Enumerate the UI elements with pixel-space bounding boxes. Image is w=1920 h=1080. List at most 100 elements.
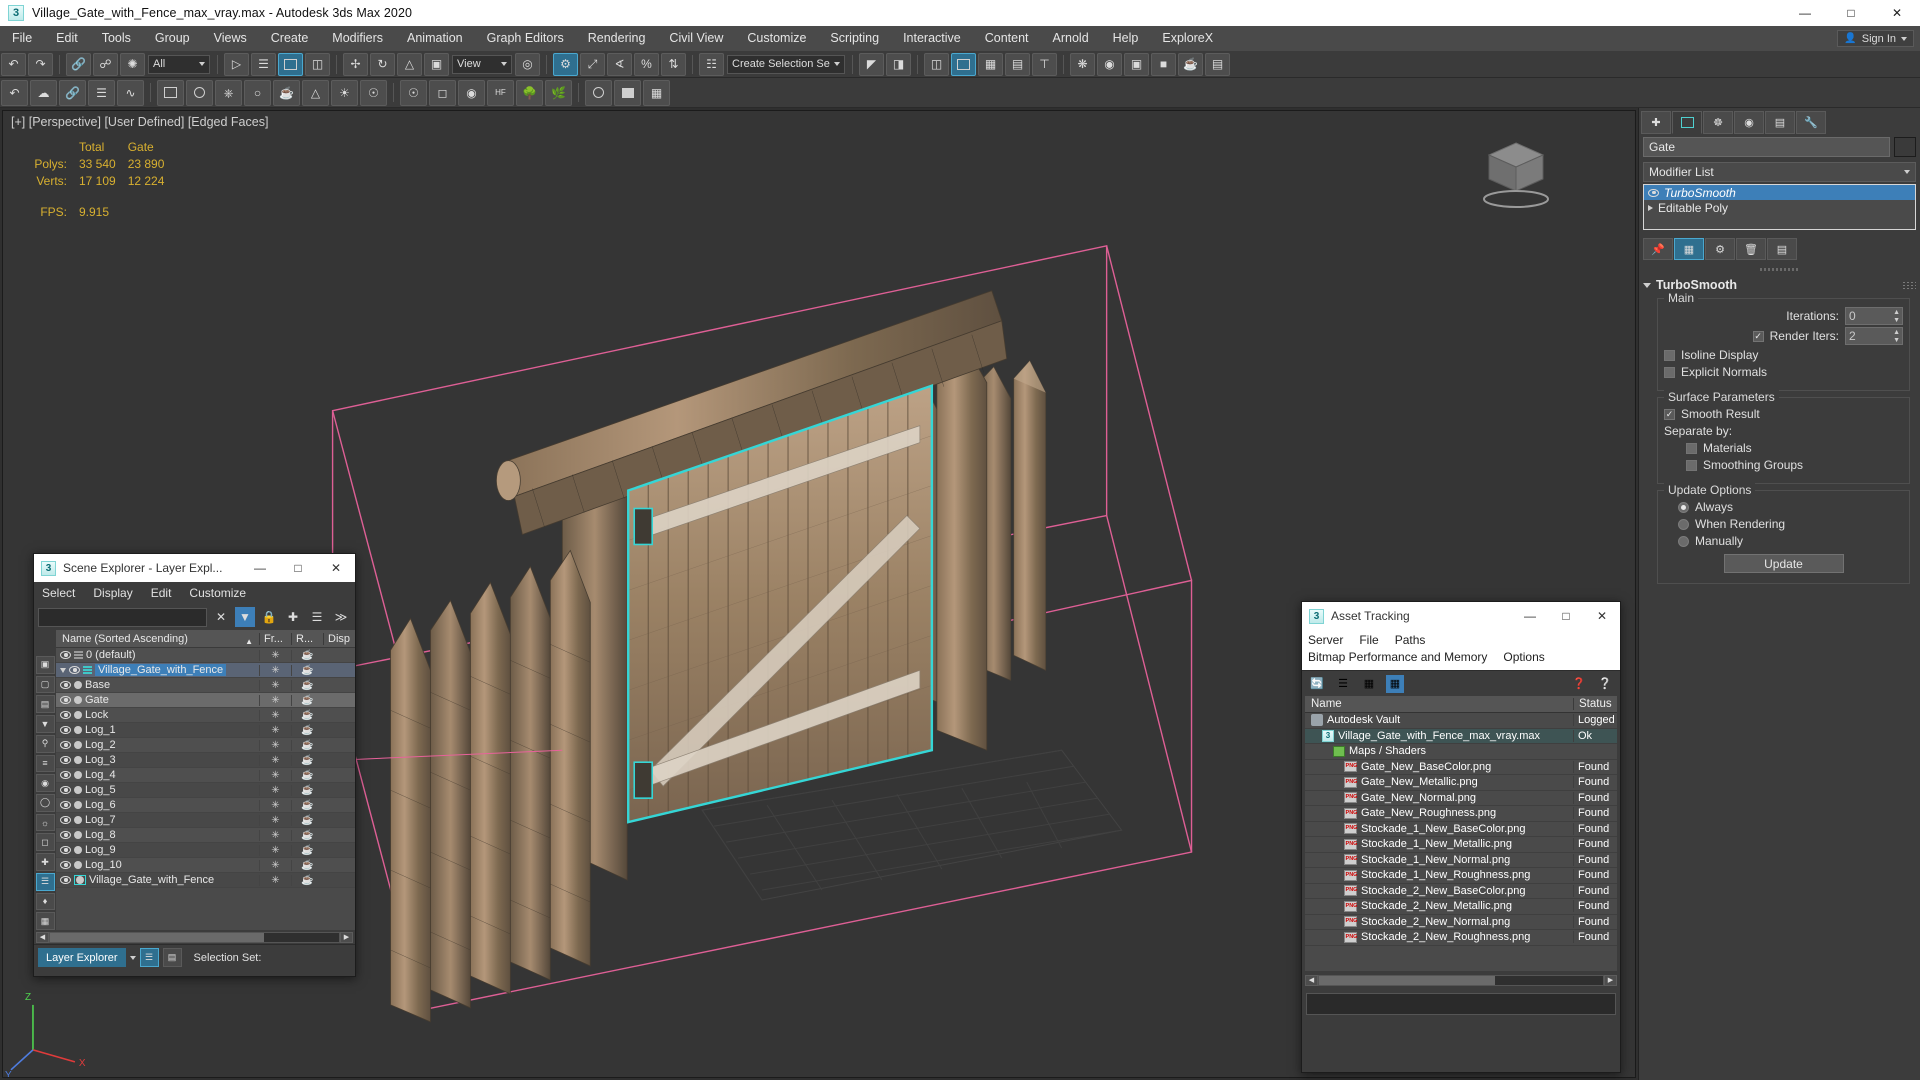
- frozen-cell[interactable]: ✳: [259, 814, 291, 826]
- chevron-down-icon[interactable]: [129, 955, 136, 960]
- asset-tracking-title-bar[interactable]: 3 Asset Tracking — □ ✕: [1302, 602, 1620, 630]
- menu-edit[interactable]: Edit: [44, 26, 90, 51]
- when-rendering-radio[interactable]: [1678, 518, 1689, 530]
- layer-stack-toggle-icon[interactable]: ▤: [162, 948, 182, 967]
- scene-explorer-title-bar[interactable]: 3 Scene Explorer - Layer Expl... — □ ✕: [34, 554, 355, 582]
- table-row[interactable]: 0 (default) ✳ ☕: [56, 648, 355, 663]
- table-row[interactable]: Autodesk Vault Logged: [1305, 713, 1617, 729]
- materials-checkbox[interactable]: [1686, 442, 1697, 454]
- menu-rendering[interactable]: Rendering: [576, 26, 658, 51]
- layer-row-name-cell[interactable]: Log_1: [56, 724, 259, 736]
- menu-content[interactable]: Content: [973, 26, 1041, 51]
- menu-customize[interactable]: Customize: [735, 26, 818, 51]
- table-row[interactable]: Gate_New_Metallic.png Found: [1305, 775, 1617, 791]
- eye-icon[interactable]: [60, 681, 71, 689]
- renderable-cell[interactable]: ☕: [291, 664, 323, 676]
- update-option-manually[interactable]: Manually: [1664, 534, 1903, 548]
- render-in-iray-button[interactable]: ▤: [1205, 52, 1230, 76]
- list-button[interactable]: ☰: [88, 79, 115, 106]
- show-end-result-button[interactable]: ▦: [1674, 238, 1704, 260]
- asset-name-cell[interactable]: Stockade_1_New_BaseColor.png: [1305, 823, 1573, 835]
- tab-motion[interactable]: ◉: [1734, 110, 1764, 134]
- asset-name-cell[interactable]: Stockade_2_New_BaseColor.png: [1305, 885, 1573, 897]
- undo-view-change-button[interactable]: ↶: [1, 79, 28, 106]
- layer-row-name-cell[interactable]: Lock: [56, 709, 259, 721]
- update-option-when-rendering[interactable]: When Rendering: [1664, 517, 1903, 531]
- layer-row-name-cell[interactable]: Log_4: [56, 769, 259, 781]
- asset-menu-paths[interactable]: Paths: [1395, 632, 1426, 649]
- smooth-result-checkbox[interactable]: ✓: [1664, 408, 1675, 420]
- layer-row-name-cell[interactable]: Log_10: [56, 859, 259, 871]
- tab-utilities[interactable]: 🔧: [1796, 110, 1826, 134]
- layer-list-toggle-icon[interactable]: ☰: [139, 948, 159, 967]
- view-cube[interactable]: [1471, 133, 1561, 211]
- renderable-cell[interactable]: ☕: [291, 649, 323, 661]
- curve-editor-button[interactable]: ▤: [1005, 52, 1030, 76]
- add-layer-icon[interactable]: ☰: [307, 607, 327, 627]
- physical-camera-button[interactable]: ◉: [458, 79, 485, 106]
- render-iters-checkbox[interactable]: ✓: [1752, 330, 1764, 342]
- asset-name-cell[interactable]: Gate_New_BaseColor.png: [1305, 761, 1573, 773]
- tab-modify[interactable]: [1672, 110, 1702, 134]
- modifier-stack[interactable]: TurboSmooth Editable Poly: [1643, 184, 1916, 230]
- renderable-cell[interactable]: ☕: [291, 844, 323, 856]
- unlink-selection-button[interactable]: ☍: [93, 52, 118, 76]
- table-row[interactable]: Village_Gate_with_Fence ✳ ☕: [56, 663, 355, 678]
- frozen-cell[interactable]: ✳: [259, 754, 291, 766]
- table-row[interactable]: Log_1 ✳ ☕: [56, 723, 355, 738]
- eye-icon[interactable]: [60, 831, 71, 839]
- cone-primitive-button[interactable]: △: [302, 79, 329, 106]
- asset-name-cell[interactable]: Stockade_1_New_Normal.png: [1305, 854, 1573, 866]
- asset-tracking-list[interactable]: Autodesk Vault Logged 3 Village_Gate_with_F…: [1305, 713, 1617, 971]
- asset-name-cell[interactable]: Autodesk Vault: [1305, 714, 1573, 727]
- asset-tracking-horizontal-scrollbar[interactable]: ◀ ▶: [1305, 973, 1617, 987]
- scroll-right-icon[interactable]: ▶: [1604, 974, 1617, 986]
- find-case-sensitive-icon[interactable]: ⚲: [35, 734, 55, 753]
- filter-icon[interactable]: ▼: [235, 607, 255, 627]
- tab-hierarchy[interactable]: ☸: [1703, 110, 1733, 134]
- table-row[interactable]: Log_7 ✳ ☕: [56, 813, 355, 828]
- render-setup-button[interactable]: ▣: [1124, 52, 1149, 76]
- sun-positioner-button[interactable]: ☉: [360, 79, 387, 106]
- table-row[interactable]: Log_3 ✳ ☕: [56, 753, 355, 768]
- expand-triangle-icon[interactable]: [1648, 204, 1653, 211]
- eye-icon[interactable]: [60, 726, 71, 734]
- table-row[interactable]: Stockade_1_New_Metallic.png Found: [1305, 837, 1617, 853]
- bind-to-space-warp-button[interactable]: ✺: [120, 52, 145, 76]
- select-all-icon[interactable]: ▣: [35, 656, 55, 674]
- layer-row-name-cell[interactable]: Log_6: [56, 799, 259, 811]
- light-button[interactable]: ☀: [331, 79, 358, 106]
- asset-name-cell[interactable]: Stockade_1_New_Metallic.png: [1305, 838, 1573, 850]
- asset-column-name[interactable]: Name: [1305, 698, 1573, 710]
- eye-icon[interactable]: [60, 741, 71, 749]
- frozen-cell[interactable]: ✳: [259, 694, 291, 706]
- asset-name-cell[interactable]: Gate_New_Normal.png: [1305, 792, 1573, 804]
- select-and-manipulate-button[interactable]: ⚙: [553, 52, 578, 76]
- renderable-cell[interactable]: ☕: [291, 859, 323, 871]
- menu-modifiers[interactable]: Modifiers: [320, 26, 395, 51]
- torus-primitive-button[interactable]: ○: [244, 79, 271, 106]
- pin-stack-button[interactable]: 📌: [1643, 238, 1673, 260]
- asset-name-cell[interactable]: Stockade_2_New_Metallic.png: [1305, 900, 1573, 912]
- frozen-cell[interactable]: ✳: [259, 709, 291, 721]
- frozen-cell[interactable]: ✳: [259, 874, 291, 886]
- select-and-place-button[interactable]: ▣: [424, 52, 449, 76]
- cloud-button[interactable]: ☁: [30, 79, 57, 106]
- minimize-button[interactable]: —: [1782, 0, 1828, 26]
- select-children-icon[interactable]: ▼: [35, 715, 55, 733]
- viewport-label[interactable]: [+] [Perspective] [User Defined] [Edged …: [11, 115, 268, 129]
- container-button[interactable]: ▦: [643, 79, 670, 106]
- remove-modifier-button[interactable]: 🗑: [1736, 238, 1766, 260]
- menu-help[interactable]: Help: [1101, 26, 1151, 51]
- display-lights-icon[interactable]: ☼: [35, 813, 55, 832]
- asset-menu-file[interactable]: File: [1359, 632, 1378, 649]
- table-row[interactable]: Stockade_1_New_BaseColor.png Found: [1305, 822, 1617, 837]
- table-row[interactable]: Stockade_1_New_Roughness.png Found: [1305, 868, 1617, 884]
- eye-icon[interactable]: [60, 846, 71, 854]
- box-primitive-button[interactable]: [157, 79, 184, 106]
- layer-row-name-cell[interactable]: Base: [56, 679, 259, 691]
- renderable-cell[interactable]: ☕: [291, 874, 323, 886]
- percent-snap-toggle-button[interactable]: %: [634, 52, 659, 76]
- table-row[interactable]: 3 Village_Gate_with_Fence_max_vray.max Ok: [1305, 728, 1617, 744]
- renderable-cell[interactable]: ☕: [291, 739, 323, 751]
